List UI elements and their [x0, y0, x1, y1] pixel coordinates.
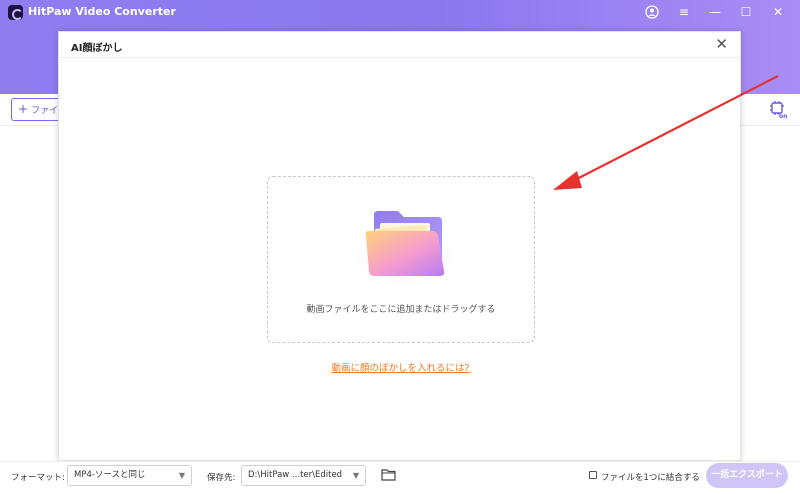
folder-icon [346, 201, 462, 291]
app-title: HitPaw Video Converter [28, 5, 176, 18]
account-icon[interactable] [642, 3, 662, 21]
format-value: MP4-ソースと同じ [74, 470, 146, 480]
save-path-value: D:\HitPaw ...ter\Edited [248, 470, 343, 480]
close-icon[interactable]: ✕ [715, 35, 728, 53]
help-link[interactable]: 動画に顔のぼかしを入れるには? [59, 360, 742, 374]
app-logo-icon [8, 5, 23, 20]
dialog-title: AI顔ぼかし [71, 43, 123, 54]
maximize-icon[interactable]: ☐ [736, 3, 756, 21]
minimize-icon[interactable]: — [705, 3, 725, 21]
close-window-icon[interactable]: ✕ [768, 3, 788, 21]
export-all-button[interactable]: 一括エクスポート [706, 463, 788, 488]
menu-icon[interactable]: ≡ [674, 3, 694, 21]
file-dropzone[interactable]: 動画ファイルをここに追加またはドラッグする [267, 176, 535, 343]
dropzone-text: 動画ファイルをここに追加またはドラッグする [306, 305, 496, 315]
open-folder-icon[interactable] [380, 466, 397, 483]
chevron-down-icon: ▼ [352, 471, 359, 480]
merge-files-label: ファイルを1つに結合する [601, 473, 700, 483]
save-path-select[interactable]: D:\HitPaw ...ter\Edited ▼ [241, 465, 366, 486]
chevron-down-icon: ▼ [178, 471, 185, 480]
merge-files-checkbox[interactable] [589, 471, 597, 479]
red-arrow-annotation [553, 75, 779, 190]
save-location-label: 保存先: [207, 473, 236, 483]
plus-icon: + [18, 102, 29, 116]
format-label: フォーマット: [11, 473, 65, 483]
format-select[interactable]: MP4-ソースと同じ ▼ [67, 465, 192, 486]
dialog-divider [59, 57, 740, 58]
